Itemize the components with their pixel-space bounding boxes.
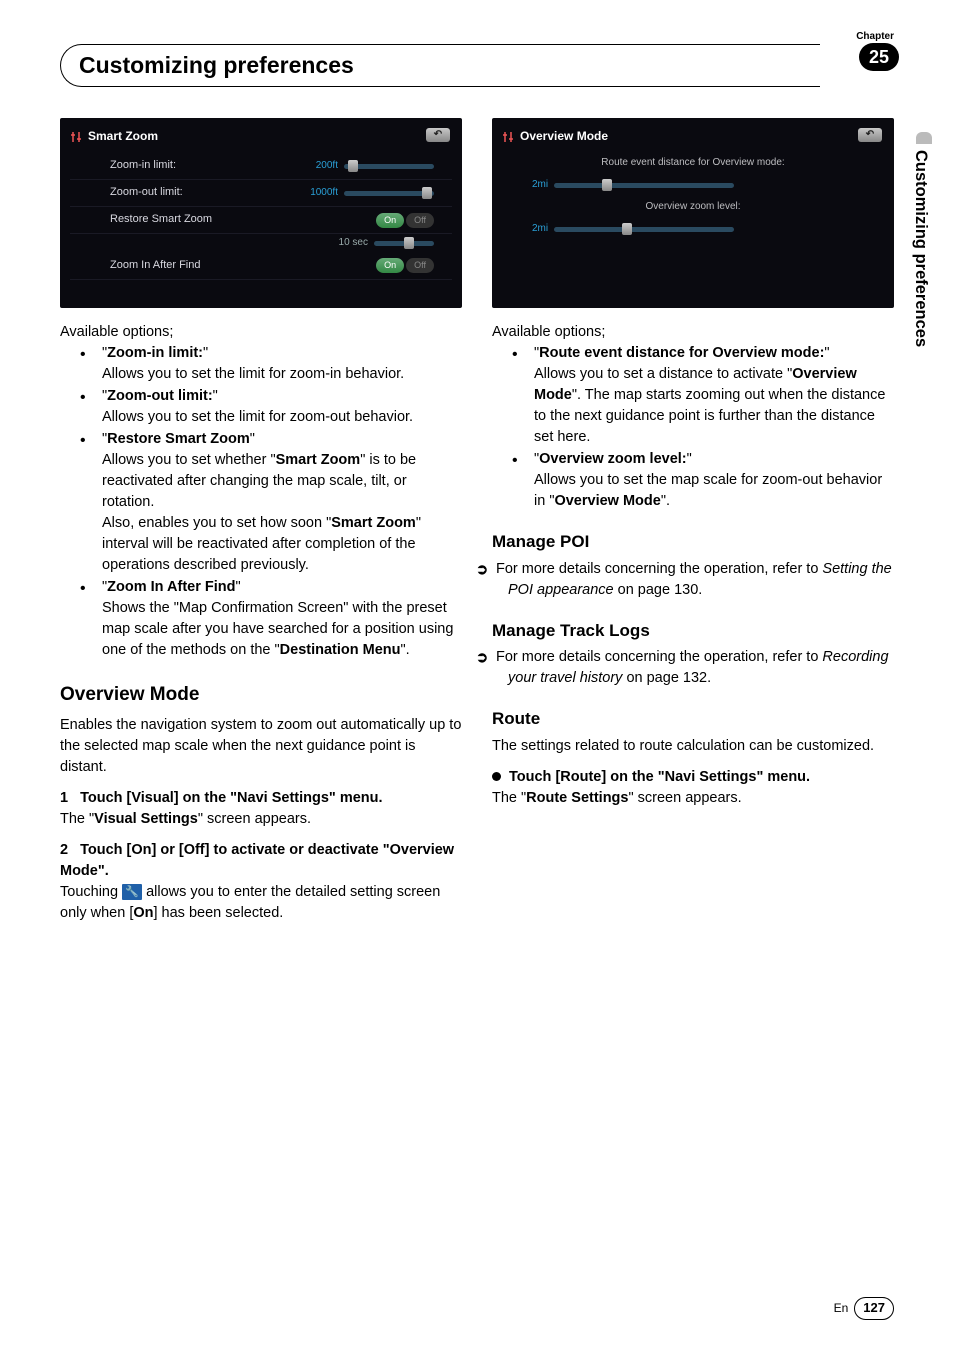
interval-value: 10 sec — [339, 236, 368, 251]
interval-slider — [374, 241, 434, 246]
overview-step-1-result: The "Visual Settings" screen appears. — [60, 809, 462, 830]
chapter-number-badge: 25 — [859, 43, 899, 71]
route-heading: Route — [492, 707, 894, 732]
restore-on-pill: On — [376, 213, 404, 228]
page-title: Customizing preferences — [60, 44, 820, 87]
option-zoom-in-limit: "Zoom-in limit:" Allows you to set the l… — [102, 343, 462, 385]
overview-mode-screenshot: Overview Mode ↶ Route event distance for… — [492, 118, 894, 308]
route-step-result: The "Route Settings" screen appears. — [492, 788, 894, 809]
overview-step-2: 2Touch [On] or [Off] to activate or deac… — [60, 840, 462, 882]
zoom-out-slider — [344, 191, 434, 196]
side-tab-marker — [916, 132, 932, 144]
restore-smart-zoom-label: Restore Smart Zoom — [110, 212, 376, 228]
screenshot-title: Overview Mode — [520, 128, 608, 145]
screenshot-title: Smart Zoom — [88, 128, 158, 145]
option-zoom-out-limit: "Zoom-out limit:" Allows you to set the … — [102, 386, 462, 428]
option-zoom-in-after-find: "Zoom In After Find" Shows the "Map Conf… — [102, 577, 462, 661]
side-tab-label: Customizing preferences — [908, 150, 932, 347]
smart-zoom-screenshot: Smart Zoom ↶ Zoom-in limit: 200ft Zoom-o… — [60, 118, 462, 308]
zoom-out-limit-value: 1000ft — [310, 186, 338, 201]
wrench-icon: 🔧 — [122, 884, 142, 900]
zoom-in-after-find-label: Zoom In After Find — [110, 258, 376, 274]
option-route-event-distance: "Route event distance for Overview mode:… — [534, 343, 894, 448]
route-intro: The settings related to route calculatio… — [492, 736, 894, 757]
overview-zoom-slider — [554, 227, 734, 232]
options-intro: Available options; — [60, 322, 462, 343]
overview-mode-heading: Overview Mode — [60, 681, 462, 709]
footer-lang: En — [834, 1300, 849, 1317]
bullet-icon — [492, 772, 501, 781]
restore-off-pill: Off — [406, 213, 434, 228]
settings-icon — [502, 130, 514, 144]
zoom-out-limit-label: Zoom-out limit: — [110, 185, 310, 201]
page-number: 127 — [854, 1297, 894, 1320]
route-event-slider — [554, 183, 734, 188]
overview-step-1: 1Touch [Visual] on the "Navi Settings" m… — [60, 788, 462, 809]
zoom-in-slider — [344, 164, 434, 169]
options-intro-2: Available options; — [492, 322, 894, 343]
overview-mode-intro: Enables the navigation system to zoom ou… — [60, 715, 462, 778]
after-find-off-pill: Off — [406, 258, 434, 273]
overview-zoom-level-value: 2mi — [532, 222, 548, 237]
overview-zoom-level-label: Overview zoom level: — [502, 197, 884, 217]
back-icon: ↶ — [426, 128, 450, 142]
overview-step-2-desc: Touching 🔧 allows you to enter the detai… — [60, 882, 462, 924]
back-icon: ↶ — [858, 128, 882, 142]
option-restore-smart-zoom: "Restore Smart Zoom" Allows you to set w… — [102, 429, 462, 576]
route-event-distance-label: Route event distance for Overview mode: — [502, 153, 884, 173]
manage-poi-ref: ➲For more details concerning the operati… — [492, 559, 894, 601]
route-step: Touch [Route] on the "Navi Settings" men… — [492, 767, 894, 788]
manage-poi-heading: Manage POI — [492, 530, 894, 555]
zoom-in-limit-label: Zoom-in limit: — [110, 158, 316, 174]
route-event-distance-value: 2mi — [532, 178, 548, 193]
option-overview-zoom-level: "Overview zoom level:" Allows you to set… — [534, 449, 894, 512]
after-find-on-pill: On — [376, 258, 404, 273]
manage-track-logs-ref: ➲For more details concerning the operati… — [492, 647, 894, 689]
manage-track-logs-heading: Manage Track Logs — [492, 619, 894, 644]
zoom-in-limit-value: 200ft — [316, 159, 338, 174]
settings-icon — [70, 130, 82, 144]
